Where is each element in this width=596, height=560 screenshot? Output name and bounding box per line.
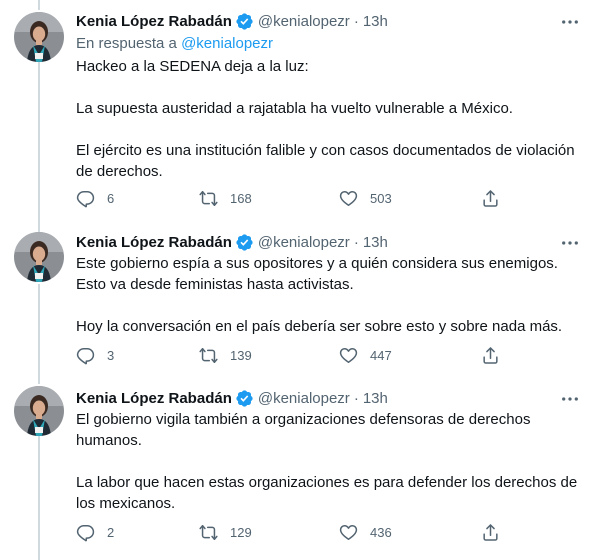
tweet-header: Kenia López Rabadán @kenialopezr · 13h — [76, 10, 388, 32]
share-icon — [481, 346, 500, 365]
reply-button[interactable]: 6 — [76, 189, 114, 208]
thread-line — [38, 436, 40, 560]
verified-badge-icon — [235, 12, 254, 31]
tweet-header: Kenia López Rabadán @kenialopezr · 13h — [76, 387, 388, 409]
tweet-2[interactable]: Kenia López Rabadán @kenialopezr · 13h E… — [0, 224, 596, 374]
tweet-timestamp[interactable]: 13h — [363, 234, 388, 251]
like-button[interactable]: 447 — [339, 346, 392, 365]
reply-button[interactable]: 3 — [76, 346, 114, 365]
separator-dot: · — [353, 12, 359, 30]
tweet-3[interactable]: Kenia López Rabadán @kenialopezr · 13h E… — [0, 374, 596, 560]
reply-context: En respuesta a @kenialopezr — [76, 35, 273, 52]
reply-icon — [76, 523, 95, 542]
tweet-paragraph: El gobierno vigila también a organizacio… — [76, 411, 531, 449]
like-count: 436 — [370, 525, 392, 540]
thread-line-top — [38, 0, 40, 10]
reply-button[interactable]: 2 — [76, 523, 114, 542]
thread-line — [38, 62, 40, 224]
tweet-paragraph: La labor que hacen estas organizaciones … — [76, 474, 578, 512]
tweet-text: Hackeo a la SEDENA deja a la luz: La sup… — [76, 56, 586, 182]
reply-count: 6 — [107, 191, 115, 206]
more-options-icon[interactable] — [560, 14, 580, 30]
tweet-paragraph: El ejército es una institución falible y… — [76, 142, 575, 180]
reply-icon — [76, 189, 95, 208]
tweet-actions: 6 168 503 — [76, 189, 516, 209]
separator-dot: · — [353, 389, 359, 407]
author-name[interactable]: Kenia López Rabadán — [76, 234, 232, 251]
avatar[interactable] — [14, 232, 64, 282]
author-name[interactable]: Kenia López Rabadán — [76, 390, 232, 407]
author-handle[interactable]: @kenialopezr — [258, 234, 350, 251]
share-button[interactable] — [481, 346, 512, 365]
tweet-timestamp[interactable]: 13h — [363, 13, 388, 30]
retweet-icon — [199, 346, 218, 365]
reply-prefix: En respuesta a — [76, 35, 177, 52]
author-name[interactable]: Kenia López Rabadán — [76, 13, 232, 30]
author-handle[interactable]: @kenialopezr — [258, 13, 350, 30]
share-button[interactable] — [481, 189, 512, 208]
retweet-button[interactable]: 168 — [199, 189, 252, 208]
tweet-actions: 3 139 447 — [76, 346, 516, 366]
share-button[interactable] — [481, 523, 512, 542]
tweet-timestamp[interactable]: 13h — [363, 390, 388, 407]
share-icon — [481, 189, 500, 208]
like-button[interactable]: 503 — [339, 189, 392, 208]
retweet-count: 129 — [230, 525, 252, 540]
reply-count: 3 — [107, 348, 115, 363]
verified-badge-icon — [235, 233, 254, 252]
heart-icon — [339, 346, 358, 365]
heart-icon — [339, 189, 358, 208]
reply-icon — [76, 346, 95, 365]
retweet-icon — [199, 189, 218, 208]
tweet-actions: 2 129 436 — [76, 523, 516, 543]
retweet-icon — [199, 523, 218, 542]
thread-line — [38, 284, 40, 374]
like-count: 503 — [370, 191, 392, 206]
retweet-button[interactable]: 139 — [199, 346, 252, 365]
like-button[interactable]: 436 — [339, 523, 392, 542]
retweet-count: 139 — [230, 348, 252, 363]
more-options-icon[interactable] — [560, 391, 580, 407]
retweet-count: 168 — [230, 191, 252, 206]
tweet-paragraph: Hackeo a la SEDENA deja a la luz: — [76, 58, 309, 75]
reply-count: 2 — [107, 525, 115, 540]
more-options-icon[interactable] — [560, 235, 580, 251]
tweet-paragraph: La supuesta austeridad a rajatabla ha vu… — [76, 100, 513, 117]
avatar[interactable] — [14, 12, 64, 62]
share-icon — [481, 523, 500, 542]
tweet-paragraph: Este gobierno espía a sus opositores y a… — [76, 255, 558, 293]
avatar[interactable] — [14, 386, 64, 436]
tweet-text: El gobierno vigila también a organizacio… — [76, 409, 586, 514]
like-count: 447 — [370, 348, 392, 363]
thread-line-top — [38, 224, 40, 232]
tweet-header: Kenia López Rabadán @kenialopezr · 13h — [76, 231, 388, 253]
tweet-paragraph: Hoy la conversación en el país debería s… — [76, 318, 563, 335]
separator-dot: · — [353, 233, 359, 251]
tweet-1[interactable]: Kenia López Rabadán @kenialopezr · 13h E… — [0, 0, 596, 224]
tweet-text: Este gobierno espía a sus opositores y a… — [76, 253, 586, 337]
thread-line-top — [38, 374, 40, 384]
verified-badge-icon — [235, 389, 254, 408]
reply-mention-link[interactable]: @kenialopezr — [181, 35, 273, 52]
retweet-button[interactable]: 129 — [199, 523, 252, 542]
heart-icon — [339, 523, 358, 542]
author-handle[interactable]: @kenialopezr — [258, 390, 350, 407]
